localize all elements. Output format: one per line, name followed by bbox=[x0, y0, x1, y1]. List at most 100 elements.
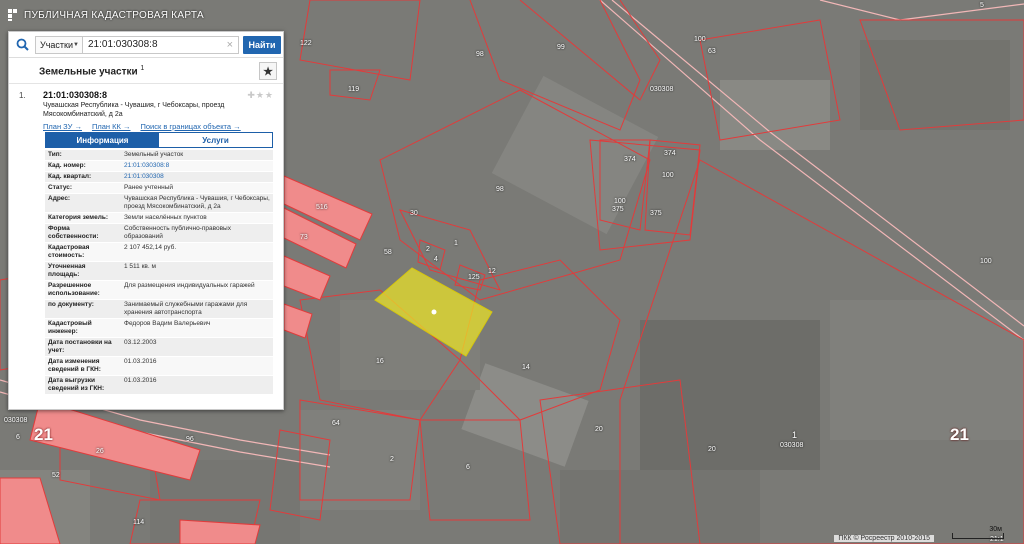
info-row: Разрешенное использование: Для размещения… bbox=[45, 281, 273, 300]
search-bar: Участки ▼ 21:01:030308:8 × Найти bbox=[9, 32, 283, 58]
app-brand[interactable]: ПУБЛИЧНАЯ КАДАСТРОВАЯ КАРТА bbox=[8, 9, 204, 21]
info-row-value: Чувашская Республика - Чувашия, г Чебокс… bbox=[124, 195, 270, 210]
info-row-label: Уточненная площадь: bbox=[48, 263, 86, 278]
info-row-value: 03.12.2003 bbox=[124, 339, 157, 346]
info-row: Статус: Ранее учтенный bbox=[45, 183, 273, 194]
info-row-value: 01.03.2016 bbox=[124, 377, 157, 384]
map-label: 26 bbox=[96, 448, 104, 455]
results-title: Земельные участки bbox=[39, 66, 138, 78]
app-logo-icon bbox=[8, 9, 18, 21]
map-label: 96 bbox=[186, 436, 194, 443]
info-row: Уточненная площадь: 1 511 кв. м bbox=[45, 262, 273, 281]
tab-services[interactable]: Услуги bbox=[159, 133, 272, 147]
map-label: 516 bbox=[316, 204, 328, 211]
map-label: 374 bbox=[664, 150, 676, 157]
map-label: 20 bbox=[595, 426, 603, 433]
info-row-label: Дата выгрузки сведений из ГКН: bbox=[48, 377, 105, 392]
info-row-label: Кадастровый инженер: bbox=[48, 320, 92, 335]
map-label: 12 bbox=[488, 268, 496, 275]
map-label: 98 bbox=[496, 186, 504, 193]
map-label: 125 bbox=[468, 274, 480, 281]
map-label: 122 bbox=[300, 40, 312, 47]
info-row-value: Земельный участок bbox=[124, 151, 184, 158]
info-row-value[interactable]: 21:01:030308:8 bbox=[121, 161, 273, 171]
map-label: 63 bbox=[708, 48, 716, 55]
map-label: 14 bbox=[522, 364, 530, 371]
scale-label: 30м bbox=[989, 526, 1002, 533]
scale-bar bbox=[952, 533, 1004, 539]
close-icon[interactable]: × bbox=[227, 39, 233, 51]
rating-stars-icon[interactable]: ✚★★ bbox=[247, 90, 274, 101]
results-count: 1 bbox=[140, 65, 145, 72]
quarter-label: 21 bbox=[34, 425, 53, 444]
info-row-value: Занимаемый служебными гаражами для хране… bbox=[124, 301, 248, 316]
map-label: 030308 bbox=[4, 417, 28, 424]
info-row: Кадастровый инженер: Федоров Вадим Валерь… bbox=[45, 319, 273, 338]
map-label: 375 bbox=[612, 206, 624, 213]
map-label: 2 bbox=[390, 456, 394, 463]
info-row-label: Категория земель: bbox=[48, 214, 109, 221]
parcel-plan-link[interactable]: План ЗУ → bbox=[43, 122, 82, 131]
tab-information[interactable]: Информация bbox=[46, 133, 159, 147]
info-row-label: Тип: bbox=[48, 151, 62, 158]
info-table: Тип: Земельный участок Кад. номер: 21:01:03… bbox=[45, 150, 273, 395]
info-row-value: Собственность публично-правовых образова… bbox=[124, 225, 231, 240]
map-label: 20 bbox=[708, 446, 716, 453]
map-label: 99 bbox=[557, 44, 565, 51]
result-cadastral-number: 21:01:030308:8 bbox=[43, 90, 108, 100]
info-row: по документу: Занимаемый служебными гараж… bbox=[45, 300, 273, 319]
info-row-label: по документу: bbox=[48, 301, 94, 308]
info-row-value: 2 107 452,14 руб. bbox=[124, 244, 177, 251]
info-row-label: Адрес: bbox=[48, 195, 71, 202]
map-label: 030308 bbox=[650, 86, 674, 93]
result-links: План ЗУ → План КК → Поиск в границах объ… bbox=[43, 122, 278, 131]
search-within-link[interactable]: Поиск в границах объекта → bbox=[140, 122, 240, 131]
favorite-button[interactable]: ★ bbox=[259, 62, 277, 80]
map-label: 52 bbox=[52, 472, 60, 479]
map-label: 119 bbox=[348, 86, 360, 93]
map-label: 6 bbox=[466, 464, 470, 471]
info-row-label: Разрешенное использование: bbox=[48, 282, 100, 297]
result-address: Чувашская Республика - Чувашия, г Чебокс… bbox=[43, 102, 225, 118]
info-row-label: Кадастровая стоимость: bbox=[48, 244, 90, 259]
info-row-label: Дата постановки на учет: bbox=[48, 339, 112, 354]
copyright-text: ПКК © Росреестр 2010-2015 bbox=[834, 535, 934, 542]
info-row: Дата изменения сведений в ГКН: 01.03.2016 bbox=[45, 357, 273, 376]
find-button[interactable]: Найти bbox=[243, 35, 281, 54]
object-type-select[interactable]: Участки ▼ bbox=[35, 35, 83, 54]
map-label: 030308 bbox=[780, 442, 804, 449]
search-icon[interactable] bbox=[9, 32, 35, 58]
info-row-value: Федоров Вадим Валерьевич bbox=[124, 320, 211, 327]
info-row-label: Статус: bbox=[48, 184, 73, 191]
quarter-label: 21 bbox=[950, 425, 969, 444]
map-label: 30 bbox=[410, 210, 418, 217]
map-label: 374 bbox=[624, 156, 636, 163]
map-label: 114 bbox=[133, 519, 145, 526]
map-label: 100 bbox=[614, 198, 626, 205]
info-row-label: Дата изменения сведений в ГКН: bbox=[48, 358, 101, 373]
search-input[interactable]: 21:01:030308:8 × bbox=[83, 35, 239, 54]
map-label: 100 bbox=[694, 36, 706, 43]
map-label: 1 bbox=[454, 240, 458, 247]
result-item[interactable]: 1. 21:01:030308:8 ✚★★ Чувашская Республи… bbox=[19, 90, 278, 131]
map-label: 375 bbox=[650, 210, 662, 217]
map-label: 73 bbox=[300, 234, 308, 241]
info-row-value: Ранее учтенный bbox=[124, 184, 173, 191]
detail-tabs: Информация Услуги bbox=[45, 132, 273, 148]
map-label: 100 bbox=[980, 258, 992, 265]
result-index: 1. bbox=[19, 91, 26, 100]
object-type-value: Участки bbox=[40, 39, 73, 50]
search-panel: Участки ▼ 21:01:030308:8 × Найти Земельн… bbox=[8, 31, 284, 410]
info-row-value[interactable]: 21:01:030308 bbox=[121, 172, 273, 182]
selected-parcel-marker bbox=[431, 309, 437, 315]
info-row-label: Кад. квартал: bbox=[48, 173, 92, 180]
quarter-plan-link[interactable]: План КК → bbox=[92, 122, 131, 131]
info-row: Форма собственности: Собственность публич… bbox=[45, 224, 273, 243]
info-row: Адрес: Чувашская Республика - Чувашия, г … bbox=[45, 194, 273, 213]
map-label: 5 bbox=[980, 2, 984, 9]
search-input-value: 21:01:030308:8 bbox=[88, 39, 158, 50]
info-row: Кад. квартал: 21:01:030308 bbox=[45, 172, 273, 183]
app-title: ПУБЛИЧНАЯ КАДАСТРОВАЯ КАРТА bbox=[24, 9, 204, 21]
info-row-value: 01.03.2016 bbox=[124, 358, 157, 365]
results-header: Земельные участки 1 ★ bbox=[9, 58, 283, 84]
